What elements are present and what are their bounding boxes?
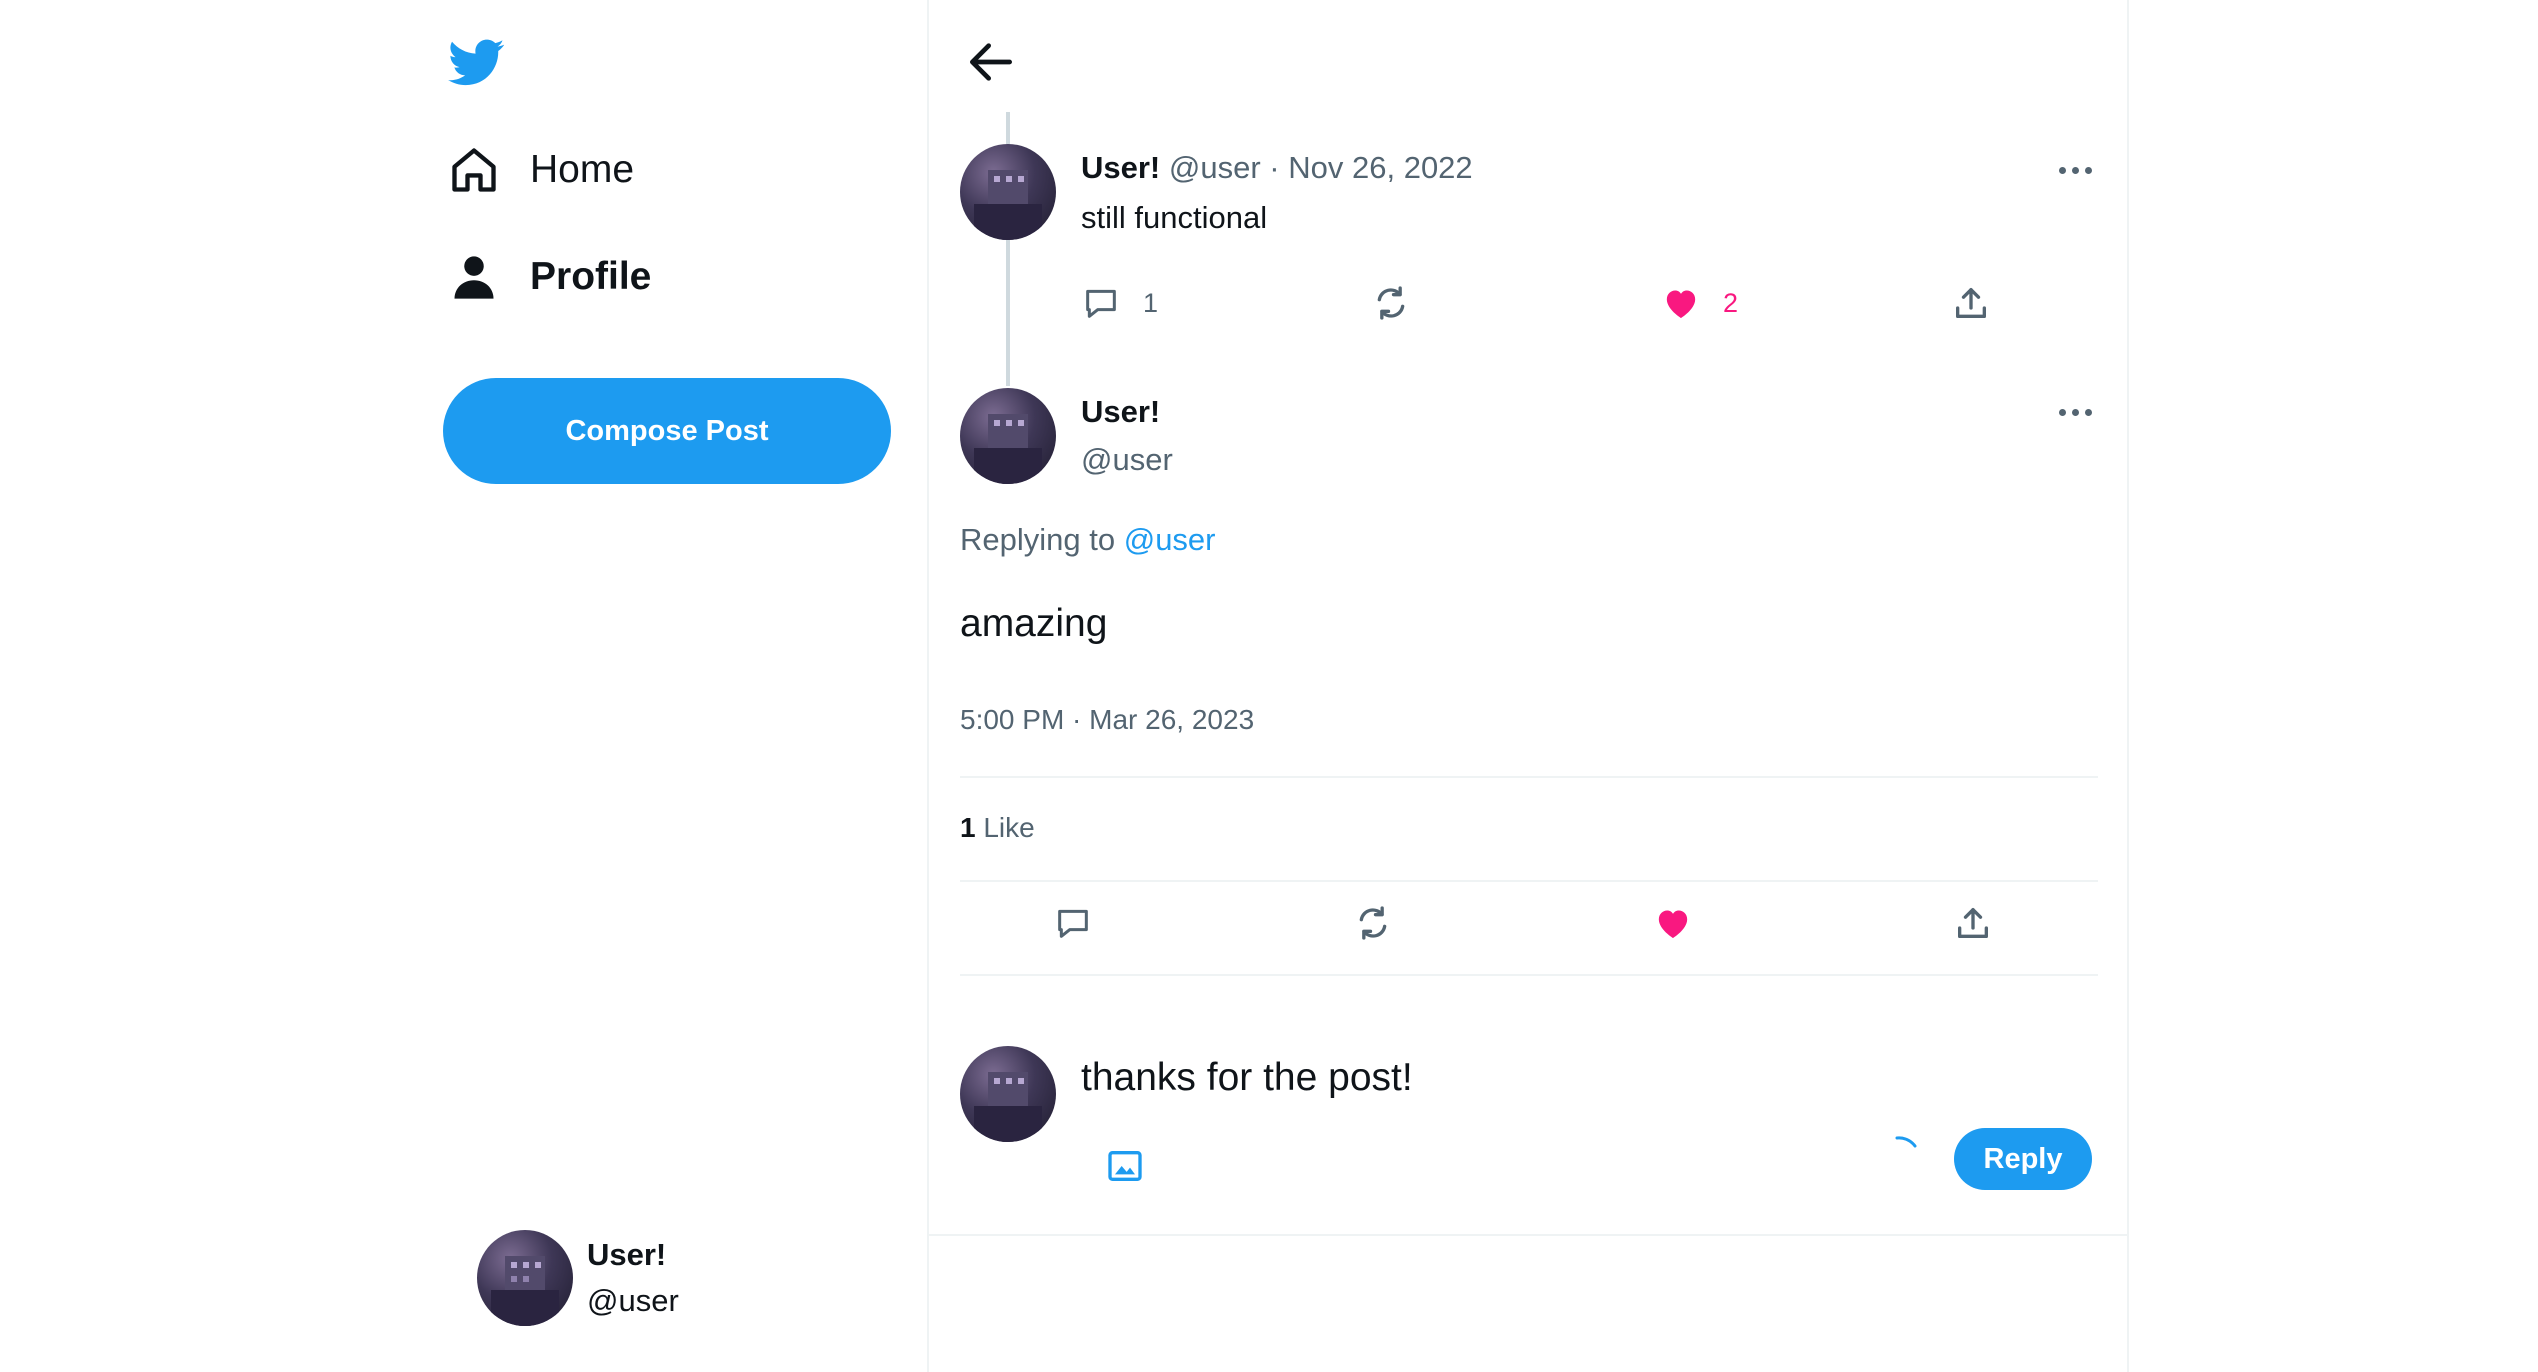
tweet-author-name[interactable]: User! [1081, 390, 1160, 434]
likes-summary[interactable]: 1 Like [960, 808, 1035, 848]
back-arrow-icon[interactable] [963, 34, 1019, 90]
retweet-icon [1359, 906, 1387, 940]
avatar[interactable] [960, 388, 1056, 484]
share-action[interactable] [1951, 278, 1991, 328]
reply-input[interactable] [1081, 1048, 1981, 1108]
nav-home-label: Home [530, 148, 635, 191]
reply-action[interactable] [1053, 898, 1093, 948]
comment-icon [1058, 909, 1088, 938]
like-action[interactable] [1653, 898, 1693, 948]
more-options-icon[interactable] [2047, 392, 2103, 432]
replying-prefix: Replying to [960, 522, 1116, 557]
likes-label: Like [983, 812, 1035, 843]
tweet-text: still functional [1081, 200, 1268, 235]
twitter-bird-icon[interactable] [446, 34, 508, 90]
avatar [477, 1230, 573, 1326]
main-column: User! @user · Nov 26, 2022 still functio… [927, 0, 2129, 1372]
retweet-action[interactable] [1353, 898, 1393, 948]
tweet-header: User! @user · Nov 26, 2022 [1081, 146, 1473, 190]
retweet-action[interactable] [1371, 278, 1411, 328]
share-action[interactable] [1953, 898, 1993, 948]
share-icon [1958, 908, 1988, 938]
nav-profile-label: Profile [530, 255, 652, 298]
heart-filled-icon [1658, 910, 1688, 938]
character-progress-icon [1891, 1132, 1931, 1172]
compose-post-button[interactable]: Compose Post [443, 378, 891, 484]
likes-count: 1 [960, 812, 976, 843]
account-handle: @user [587, 1283, 679, 1318]
reply-action[interactable]: 1 [1081, 278, 1158, 328]
divider [960, 974, 2098, 976]
heart-filled-icon [1666, 290, 1696, 318]
replying-to-mention[interactable]: @user [1124, 522, 1216, 557]
avatar [960, 1046, 1056, 1142]
account-switcher[interactable]: User! @user [477, 1230, 679, 1326]
divider [960, 880, 2098, 882]
tweet-actions [960, 898, 2098, 954]
nav-profile[interactable]: Profile [446, 237, 651, 317]
comment-icon [1086, 289, 1116, 318]
divider [929, 1234, 2127, 1236]
replying-to: Replying to @user [960, 518, 1216, 562]
image-upload-icon[interactable] [1105, 1146, 1145, 1186]
meta-separator: · [1269, 150, 1280, 185]
tweet-actions: 1 2 [1081, 278, 1986, 328]
tweet-author-handle[interactable]: @user [1081, 438, 1173, 482]
tweet-date[interactable]: Nov 26, 2022 [1288, 150, 1472, 185]
reply-button[interactable]: Reply [1954, 1128, 2092, 1190]
divider [960, 776, 2098, 778]
tweet-timestamp[interactable]: 5:00 PM · Mar 26, 2023 [960, 700, 1254, 740]
person-icon [446, 249, 502, 305]
home-icon [446, 142, 502, 198]
share-icon [1956, 288, 1986, 318]
like-action[interactable]: 2 [1661, 278, 1738, 328]
sidebar: Home Profile Compose Post User! @user [0, 0, 928, 1372]
retweet-icon [1377, 286, 1405, 320]
tweet-author-name[interactable]: User! [1081, 150, 1160, 185]
account-name: User! [587, 1237, 667, 1272]
tweet-author-handle[interactable]: @user [1169, 150, 1261, 185]
reply-count: 1 [1143, 287, 1159, 318]
avatar[interactable] [960, 144, 1056, 240]
nav-home[interactable]: Home [446, 130, 634, 210]
tweet-text: amazing [960, 602, 1108, 645]
more-options-icon[interactable] [2047, 150, 2103, 190]
like-count: 2 [1723, 287, 1739, 318]
